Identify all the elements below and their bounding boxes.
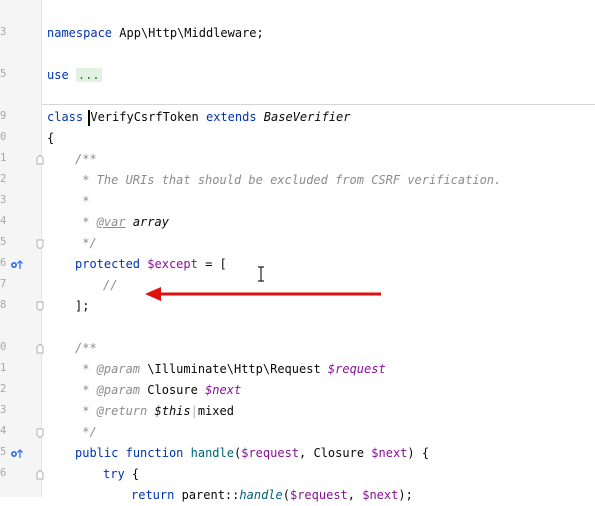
doc-tag: @param	[96, 362, 141, 376]
paren: ) {	[407, 446, 430, 460]
param-var: $next	[362, 488, 399, 502]
line-number: 1	[0, 152, 7, 164]
line-number: 5	[0, 68, 7, 80]
folded-imports[interactable]: ...	[75, 68, 102, 82]
line-number: 7	[0, 278, 7, 290]
array-close: ];	[75, 299, 90, 313]
line-number: 2	[0, 173, 7, 185]
code-editor[interactable]: namespace App\Http\Middleware; use ... c…	[42, 0, 595, 502]
line-number: 0	[0, 131, 7, 143]
line-number: 3	[0, 26, 7, 38]
doc-tag: @return	[96, 404, 148, 418]
keyword: return	[131, 488, 175, 502]
property-name: $except	[147, 257, 198, 271]
keyword: class	[47, 110, 84, 124]
param-var: $request	[241, 446, 300, 460]
line-number: 1	[0, 362, 7, 374]
line-number: 9	[0, 110, 7, 122]
line-number: 3	[0, 404, 7, 416]
code-line: protected $except = [	[75, 254, 227, 275]
code-line: /**	[75, 338, 97, 359]
line-number: 0	[0, 341, 7, 353]
param-var: $request	[289, 488, 348, 502]
doc-comment: *	[75, 404, 97, 418]
text-cursor-icon	[256, 266, 266, 285]
doc-param-var: $request	[327, 362, 386, 376]
doc-type: Closure	[140, 383, 206, 397]
code-line: return parent::handle($request, $next);	[131, 485, 413, 506]
keyword: function	[125, 446, 184, 460]
doc-comment: */	[75, 425, 97, 439]
doc-comment: /**	[75, 341, 97, 355]
code-line: * The URIs that should be excluded from …	[75, 170, 501, 191]
doc-type: array	[125, 215, 169, 229]
doc-tag: @param	[96, 383, 141, 397]
keyword: try	[103, 467, 125, 481]
line-number: 4	[0, 215, 7, 227]
line-number: 6	[0, 467, 7, 479]
code-line: use ...	[47, 65, 102, 86]
function-name: handle	[190, 446, 234, 460]
keyword: extends	[205, 110, 257, 124]
code-line: * @return $this|mixed	[75, 401, 234, 422]
param-sep: , Closure	[299, 446, 372, 460]
assignment: = [	[197, 257, 227, 271]
parent-ref: parent::	[174, 488, 240, 502]
class-name: VerifyCsrfToken	[90, 110, 199, 124]
code-line: {	[47, 128, 54, 149]
doc-pipe: |	[190, 404, 198, 418]
doc-type: mixed	[197, 404, 234, 418]
line-number: 2	[0, 383, 7, 395]
text-caret	[88, 110, 90, 126]
code-line: */	[75, 422, 97, 443]
namespace-path: App\Http\Middleware;	[119, 26, 264, 40]
line-number: 3	[0, 194, 7, 206]
doc-type: \Illuminate\Http\Request	[140, 362, 328, 376]
line-number: 5	[0, 236, 7, 248]
keyword: protected	[75, 257, 141, 271]
paren: );	[398, 488, 413, 502]
doc-comment: *	[75, 383, 97, 397]
line-number-gutter: 3 5 9 0 1 2 3 4 5 6 7 8 0 1 2 3 4 5 6	[0, 0, 44, 497]
code-line: */	[75, 233, 97, 254]
code-line: * @param Closure $next	[75, 380, 241, 401]
keyword: namespace	[47, 26, 113, 40]
doc-comment: *	[75, 194, 90, 208]
line-number: 4	[0, 425, 7, 437]
doc-comment: * The URIs that should be excluded from …	[75, 173, 502, 187]
override-up-icon[interactable]	[10, 448, 24, 460]
brace: {	[124, 467, 140, 481]
red-arrow-annotation	[145, 285, 385, 306]
paren: (	[282, 488, 290, 502]
code-line: //	[103, 275, 117, 296]
doc-param-var: $next	[205, 383, 242, 397]
code-line: class VerifyCsrfToken extends BaseVerifi…	[47, 107, 350, 128]
param-var: $next	[371, 446, 408, 460]
code-line: namespace App\Http\Middleware;	[47, 23, 264, 44]
code-line: /**	[75, 149, 97, 170]
function-name: handle	[239, 488, 283, 502]
brace: {	[47, 131, 55, 145]
doc-comment: *	[75, 362, 97, 376]
override-up-icon[interactable]	[10, 259, 24, 271]
keyword: use	[47, 68, 69, 82]
doc-tag: @var	[96, 215, 126, 229]
doc-comment: */	[75, 236, 97, 250]
code-line: ];	[75, 296, 89, 317]
doc-comment: *	[75, 215, 97, 229]
code-line: public function handle($request, Closure…	[75, 443, 429, 464]
keyword: public	[75, 446, 119, 460]
doc-type: $this	[147, 404, 191, 418]
code-line: * @param \Illuminate\Http\Request $reque…	[75, 359, 386, 380]
param-sep: ,	[347, 488, 363, 502]
parent-class: BaseVerifier	[263, 110, 351, 124]
code-line: try {	[103, 464, 139, 485]
doc-comment: /**	[75, 152, 97, 166]
line-number: 8	[0, 299, 7, 311]
code-line: *	[75, 191, 89, 212]
code-line: * @var array	[75, 212, 169, 233]
line-comment: //	[103, 278, 118, 292]
